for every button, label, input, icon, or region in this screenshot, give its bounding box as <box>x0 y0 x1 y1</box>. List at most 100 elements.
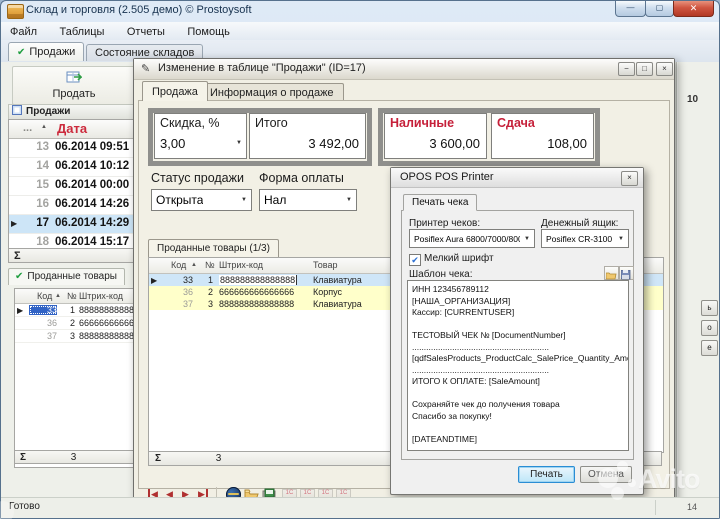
column-date[interactable]: Дата <box>57 121 87 136</box>
table-row[interactable]: 37 3 888888888888888 <box>15 330 142 343</box>
discount-combobox[interactable]: 3,00 ▼ <box>154 132 247 159</box>
sales-table-header[interactable]: ... ▲ Дата <box>9 120 142 139</box>
payment-form-combobox[interactable]: Нал ▼ <box>259 189 357 211</box>
export-1c-label: 1С <box>340 490 348 496</box>
sold-items-header[interactable]: Код ▲ № Штрих-код <box>15 289 142 304</box>
chevron-down-icon: ▼ <box>342 197 356 203</box>
screen: Склад и торговля (2.505 демо) © Prostoys… <box>0 0 720 519</box>
template-line <box>412 422 628 434</box>
pagination-fragment: 10 <box>687 94 698 105</box>
close-button[interactable]: ✕ <box>673 1 714 17</box>
cash-label: Наличные <box>384 113 487 133</box>
print-button[interactable]: Печать <box>518 466 575 483</box>
side-button-fragment[interactable]: ь <box>701 300 718 316</box>
row-date: 06.2014 09:51 <box>55 141 129 153</box>
cell-barcode: 888888888888888 <box>79 331 139 341</box>
sales-sum-row: Σ <box>8 248 141 263</box>
tab-sold-items-dialog[interactable]: Проданные товары (1/3) <box>148 239 279 257</box>
table-row[interactable]: 15 06.2014 00:00 <box>9 177 142 196</box>
column-num[interactable]: № <box>67 291 77 301</box>
collapse-icon <box>12 105 22 115</box>
table-row[interactable]: 14 06.2014 10:12 <box>9 158 142 177</box>
template-line: ТЕСТОВЫЙ ЧЕК № [DocumentNumber] <box>412 330 628 342</box>
menu-help[interactable]: Помощь <box>178 24 239 38</box>
table-row[interactable]: 13 06.2014 09:51 <box>9 139 142 158</box>
tab-print-receipt[interactable]: Печать чека <box>403 194 477 211</box>
opos-title: OPOS POS Printer <box>400 171 494 183</box>
menu-tables[interactable]: Таблицы <box>51 24 114 38</box>
change-value: 108,00 <box>547 136 587 151</box>
cash-drawer-combobox[interactable]: Posiflex CR-3100 ▼ <box>541 229 629 248</box>
template-line: Кассир: [CURRENTUSER] <box>412 307 628 319</box>
tab-sale[interactable]: Продажа <box>142 81 208 101</box>
record-count-fragment: 14 <box>687 502 697 512</box>
sell-button-label: Продать <box>13 88 135 100</box>
tab-sales[interactable]: ✔Продажи <box>8 42 84 61</box>
cancel-button[interactable]: Отмена <box>580 466 632 483</box>
column-code[interactable]: Код <box>37 291 52 301</box>
total-label-text: Итого <box>255 116 288 130</box>
tab-sold-items-dialog-label: Проданные товары (1/3) <box>157 243 270 254</box>
sold-items-sum-row: Σ 3 <box>14 450 141 464</box>
globe-band <box>228 493 239 495</box>
small-font-checkbox[interactable]: ✔ <box>409 254 421 266</box>
column-barcode[interactable]: Штрих-код <box>219 260 263 270</box>
close-icon: × <box>627 173 632 182</box>
template-line: Спасибо за покупку! <box>412 411 628 423</box>
window-title: Склад и торговля (2.505 демо) © Prostoys… <box>26 4 252 16</box>
cell-barcode-focused[interactable]: 888888888888888 <box>219 275 296 285</box>
selected-row-marker-icon: ▶ <box>151 276 157 285</box>
table-row-selected[interactable]: ▶ 17 06.2014 14:29 <box>9 215 142 234</box>
column-code[interactable]: Код <box>171 260 186 270</box>
close-icon: ✕ <box>690 3 698 13</box>
sort-asc-icon: ▲ <box>41 124 47 130</box>
save-template-icon[interactable] <box>619 266 634 280</box>
tab-sale-info-label: Информация о продаже <box>210 87 334 99</box>
tab-sale-info[interactable]: Информация о продаже <box>200 83 344 101</box>
cell-num: 2 <box>61 318 75 328</box>
receipt-template-textarea[interactable]: ИНН 123456789112 [НАША_ОРГАНИЗАЦИЯ] Касс… <box>407 280 629 451</box>
maximize-button[interactable]: ▢ <box>645 1 674 17</box>
tab-sold-items[interactable]: ✔Проданные товары <box>8 268 125 285</box>
payment-form-value: Нал <box>260 193 286 207</box>
table-row-selected[interactable]: ▶ 33 1 888888888888888 <box>15 304 142 317</box>
sold-items-table: Код ▲ № Штрих-код ▶ 33 1 888888888888888… <box>14 288 143 468</box>
main-titlebar: Склад и торговля (2.505 демо) © Prostoys… <box>0 0 720 22</box>
opos-close-button[interactable]: × <box>621 171 638 186</box>
receipt-template-label: Шаблон чека: <box>409 269 473 280</box>
side-button-label: ь <box>707 303 711 312</box>
side-button-fragment[interactable]: е <box>701 340 718 356</box>
sale-status-combobox[interactable]: Открыта ▼ <box>151 189 252 211</box>
sell-button[interactable]: Продать <box>12 66 136 105</box>
column-barcode[interactable]: Штрих-код <box>79 291 123 301</box>
load-template-folder-icon[interactable] <box>604 266 619 280</box>
cell-num: 3 <box>61 331 75 341</box>
total-field[interactable]: 3 492,00 <box>249 132 366 159</box>
dialog-maximize-button[interactable]: □ <box>636 62 653 76</box>
tab-print-receipt-label: Печать чека <box>412 197 468 208</box>
column-num[interactable]: № <box>205 260 215 270</box>
dialog-minimize-button[interactable]: − <box>618 62 635 76</box>
template-line: ........................................… <box>412 342 628 354</box>
cash-field[interactable]: 3 600,00 <box>384 132 487 159</box>
menu-file[interactable]: Файл <box>1 24 46 38</box>
column-product[interactable]: Товар <box>313 260 338 270</box>
template-line: [DATEANDTIME] <box>412 434 628 446</box>
column-id[interactable]: ... <box>23 122 32 134</box>
change-field[interactable]: 108,00 <box>491 132 594 159</box>
table-row[interactable]: 18 06.2014 15:17 <box>9 234 142 249</box>
minimize-icon: − <box>624 64 629 73</box>
printer-combobox[interactable]: Posiflex Aura 6800/7000/8000 ▼ <box>409 229 535 248</box>
dialog-close-button[interactable]: × <box>656 62 673 76</box>
table-row[interactable]: 16 06.2014 14:26 <box>9 196 142 215</box>
side-button-fragment[interactable]: о <box>701 320 718 336</box>
cash-drawer-label: Денежный ящик: <box>541 218 618 229</box>
pencil-icon: ✎ <box>141 62 150 75</box>
sigma-label: Σ <box>14 250 21 262</box>
minimize-button[interactable]: — <box>615 1 646 17</box>
row-id: 16 <box>9 198 49 210</box>
change-label-text: Сдача <box>497 116 535 130</box>
menu-reports[interactable]: Отчеты <box>118 24 174 38</box>
table-row[interactable]: 36 2 666666666666666 <box>15 317 142 330</box>
export-1c-label: 1С <box>286 490 294 496</box>
